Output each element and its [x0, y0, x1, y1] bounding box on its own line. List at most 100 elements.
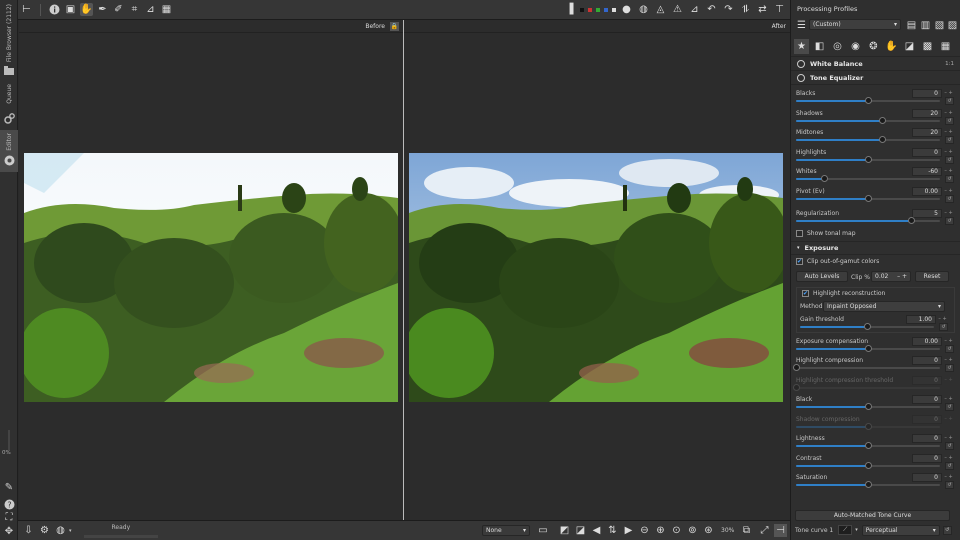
tab-advanced-icon[interactable]: ❂ — [866, 39, 881, 54]
slider-track[interactable] — [796, 97, 940, 104]
slider-track[interactable] — [796, 155, 940, 163]
before-after-icon[interactable]: ▣ — [64, 3, 77, 16]
slider-value-input[interactable]: 0 — [912, 434, 942, 443]
power-icon[interactable] — [797, 73, 805, 82]
tab-color-icon[interactable]: ◉ — [848, 39, 863, 54]
next-image-icon[interactable]: ▶ — [622, 524, 635, 537]
reset-icon[interactable]: ↺ — [945, 97, 954, 105]
previous-image-icon[interactable]: ◀ — [590, 524, 603, 537]
slider-blacks[interactable]: Blacks 0– + ↺ — [791, 87, 960, 107]
swatch-white[interactable] — [612, 7, 616, 12]
color-picker-icon[interactable]: ✐ — [112, 3, 125, 16]
slider-knob[interactable] — [864, 344, 872, 352]
hand-tool-icon[interactable]: ✋ — [80, 3, 93, 16]
slider-knob[interactable] — [864, 442, 872, 449]
gears-icon[interactable] — [3, 112, 15, 124]
info-icon[interactable] — [48, 3, 61, 16]
tone-equalizer-header[interactable]: Tone Equalizer — [791, 71, 960, 85]
after-image[interactable] — [409, 153, 783, 402]
lock-icon[interactable]: 🔒 — [390, 21, 399, 31]
slider-knob[interactable] — [878, 116, 886, 124]
tab-exposure-icon[interactable]: ◧ — [812, 39, 827, 54]
reset-icon[interactable]: ↺ — [945, 217, 954, 225]
slider-value-input[interactable]: 0 — [912, 473, 942, 482]
rotate-left-icon[interactable]: ↶ — [705, 3, 718, 16]
slider-midtones[interactable]: Midtones 20– + ↺ — [791, 126, 960, 146]
slider-value-input[interactable]: 0.00 — [912, 186, 942, 196]
folder-icon[interactable] — [3, 64, 15, 76]
zoom-100-icon[interactable]: ⊛ — [702, 524, 715, 537]
slider-highlight-compression[interactable]: Highlight compression 0– + ↺ — [791, 354, 960, 374]
slider-knob[interactable] — [864, 155, 872, 163]
slider-track[interactable] — [792, 364, 940, 371]
fullscreen-icon[interactable]: ⛶ — [3, 512, 15, 524]
slider-value-input[interactable]: 0 — [912, 89, 942, 98]
toolbar-collapse-icon[interactable]: ⊤ — [773, 3, 786, 16]
reset-button[interactable]: Reset — [915, 270, 949, 282]
slider-pivot[interactable]: Pivot (Ev) 0.00– + ↺ — [791, 185, 960, 205]
curve-dropdown-chevron-icon[interactable]: ▾ — [855, 527, 858, 533]
method-select[interactable]: Inpaint Opposed ▾ — [823, 300, 945, 312]
flip-horizontal-icon[interactable]: ⇄ — [756, 3, 769, 16]
slider-track[interactable] — [796, 442, 940, 449]
slider-track[interactable] — [796, 136, 940, 143]
white-balance-header[interactable]: White Balance 1:1 — [791, 57, 960, 71]
zoom-in-icon[interactable]: ⊕ — [654, 524, 667, 537]
exposure-header[interactable]: ▾ Exposure — [791, 240, 960, 255]
tab-editor[interactable]: Editor — [0, 130, 18, 172]
focus-mask-icon[interactable]: ● — [620, 3, 633, 16]
slider-saturation[interactable]: Saturation 0– + ↺ — [791, 471, 960, 491]
fullscreen-toggle-icon[interactable]: ⤢ — [758, 524, 771, 537]
reset-icon[interactable]: ↺ — [945, 403, 954, 411]
slider-contrast[interactable]: Contrast 0– + ↺ — [791, 452, 960, 472]
slider-knob[interactable] — [864, 481, 872, 488]
reset-icon[interactable]: ↺ — [945, 116, 954, 125]
reset-icon[interactable]: ↺ — [942, 525, 952, 535]
slider-track[interactable] — [796, 481, 940, 488]
swatch-red[interactable] — [588, 7, 592, 12]
slider-regularization[interactable]: Regularization 5– + ↺ — [791, 207, 960, 227]
zoom-fill-icon[interactable]: ⊚ — [686, 524, 699, 537]
slider-value-input[interactable]: 20 — [912, 108, 942, 118]
perspective-icon[interactable]: ▦ — [160, 3, 173, 16]
slider-shadows[interactable]: Shadows 20– + ↺ — [791, 107, 960, 127]
tab-metadata-icon[interactable]: ▦ — [938, 39, 953, 54]
slider-black[interactable]: Black 0– + ↺ — [791, 393, 960, 413]
send-to-editor-icon[interactable]: ◍ — [54, 524, 67, 537]
swatch-blue[interactable] — [604, 7, 608, 12]
checkbox-checked-icon[interactable]: ✔ — [802, 290, 809, 297]
reset-icon[interactable]: ↺ — [945, 344, 954, 353]
straighten-icon[interactable]: ⊿ — [144, 3, 157, 16]
slider-highlights[interactable]: Highlights 0– + ↺ — [791, 146, 960, 166]
slider-track[interactable] — [796, 116, 940, 124]
tab-favorites-icon[interactable]: ★ — [794, 39, 809, 54]
tab-detail-icon[interactable]: ◎ — [830, 39, 845, 54]
swatch-green[interactable] — [596, 7, 600, 12]
clipped-highlights-icon[interactable]: ◬ — [654, 3, 667, 16]
auto-levels-button[interactable]: Auto Levels — [796, 270, 848, 282]
tab-raw-icon[interactable]: ▩ — [920, 39, 935, 54]
zoom-out-icon[interactable]: ⊖ — [638, 524, 651, 537]
reset-icon[interactable]: ↺ — [945, 461, 954, 470]
magic-wand-icon[interactable]: ✎ — [3, 482, 15, 494]
slider-knob[interactable] — [821, 175, 829, 182]
tab-queue[interactable]: Queue — [0, 84, 18, 108]
gamut-check-icon[interactable]: ⊿ — [688, 3, 701, 16]
list-icon[interactable]: ☰ — [795, 19, 808, 32]
slider-exposure-compensation[interactable]: Exposure compensation 0.00– + ↺ — [791, 335, 960, 355]
slider-gain-threshold[interactable]: Gain threshold 1.00– + ↺ — [797, 313, 954, 331]
flip-vertical-icon[interactable]: ⥮ — [739, 3, 752, 16]
tab-local-adjustments-icon[interactable]: ✋ — [884, 39, 899, 54]
reset-icon[interactable]: ↺ — [945, 155, 954, 164]
checkbox-box[interactable] — [796, 230, 803, 237]
slider-value-input[interactable]: 0 — [912, 356, 942, 365]
slider-knob[interactable] — [864, 194, 872, 202]
clip-input[interactable]: 0.02 – + — [871, 270, 911, 282]
tab-transform-icon[interactable]: ◪ — [902, 39, 917, 54]
white-balance-picker-icon[interactable]: ✒ — [96, 3, 109, 16]
slider-knob[interactable] — [907, 217, 915, 224]
rotate-right-icon[interactable]: ↷ — [722, 3, 735, 16]
slider-knob[interactable] — [864, 461, 872, 469]
slider-knob[interactable] — [864, 97, 872, 104]
save-profile-icon[interactable]: ▥ — [919, 19, 932, 32]
